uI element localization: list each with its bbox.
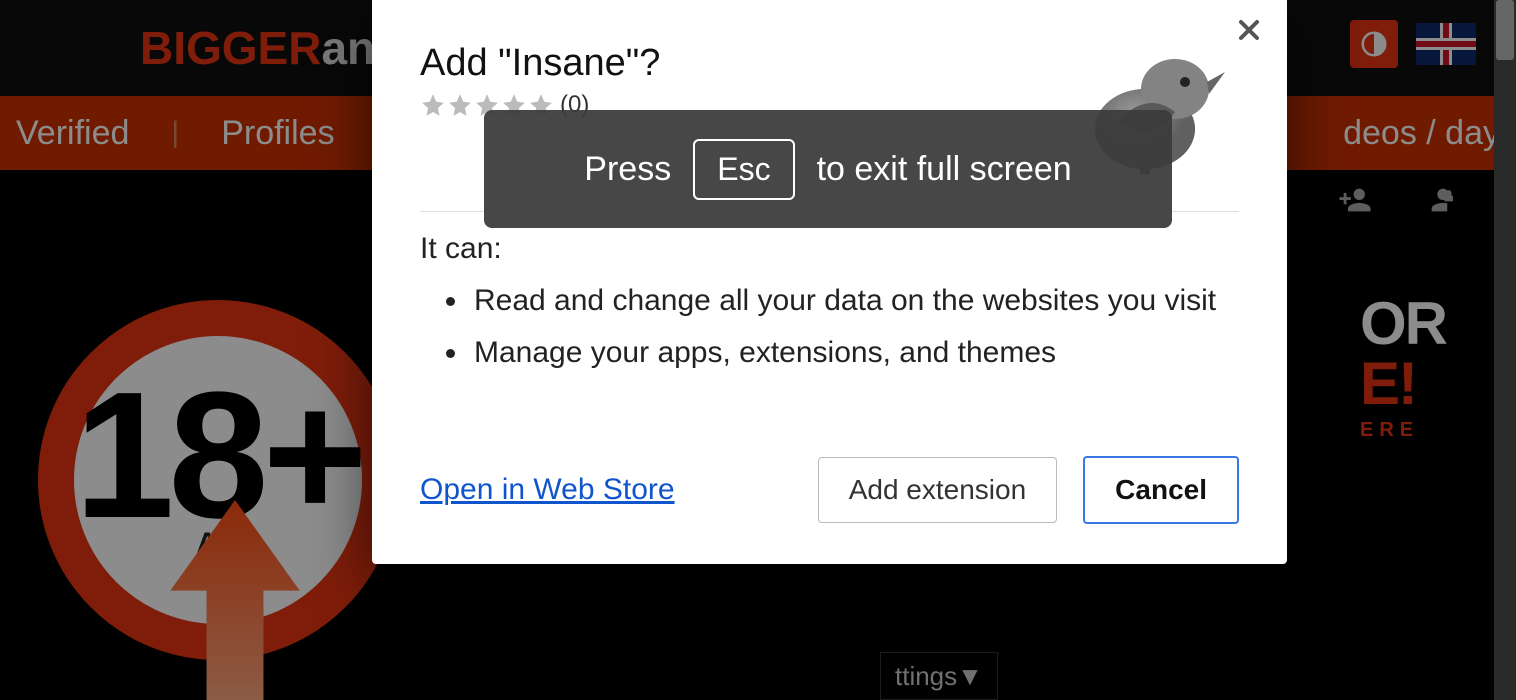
toast-text-before: Press <box>584 150 671 189</box>
nav-verified[interactable]: Verified <box>16 114 129 153</box>
permission-item: Read and change all your data on the web… <box>470 284 1239 318</box>
nav-profiles[interactable]: Profiles <box>221 114 334 153</box>
star-icon <box>420 92 446 118</box>
arrow-pointer-icon <box>170 500 300 700</box>
permissions-list: Read and change all your data on the web… <box>470 284 1239 370</box>
toast-text-after: to exit full screen <box>817 150 1072 189</box>
add-extension-button[interactable]: Add extension <box>818 457 1057 523</box>
star-icon <box>447 92 473 118</box>
cancel-button[interactable]: Cancel <box>1083 456 1239 524</box>
top-right-icons <box>1350 20 1476 68</box>
permission-item: Manage your apps, extensions, and themes <box>470 336 1239 370</box>
open-webstore-link[interactable]: Open in Web Store <box>420 473 675 507</box>
dialog-button-row: Open in Web Store Add extension Cancel <box>420 456 1239 524</box>
contrast-icon[interactable] <box>1350 20 1398 68</box>
language-flag-icon[interactable] <box>1416 23 1476 65</box>
settings-chip-label: ttings▼ <box>895 661 983 692</box>
nav-separator: | <box>171 116 179 150</box>
add-user-icon[interactable] <box>1338 183 1372 222</box>
lock-user-icon[interactable] <box>1426 183 1460 222</box>
settings-chip[interactable]: ttings▼ <box>880 652 998 700</box>
extension-install-dialog: Add "Insane"? (0) It can: Read and cha <box>372 0 1287 564</box>
close-icon[interactable] <box>1233 14 1265 46</box>
slogan-emphasis: BIGGER <box>140 21 321 75</box>
esc-key-icon: Esc <box>693 139 794 200</box>
fullscreen-exit-toast: Press Esc to exit full screen <box>484 110 1172 228</box>
scrollbar-thumb[interactable] <box>1496 0 1514 60</box>
nav-right-text: deos / day <box>1343 114 1500 153</box>
permissions-heading: It can: <box>420 232 1239 266</box>
vertical-scrollbar[interactable] <box>1494 0 1516 700</box>
